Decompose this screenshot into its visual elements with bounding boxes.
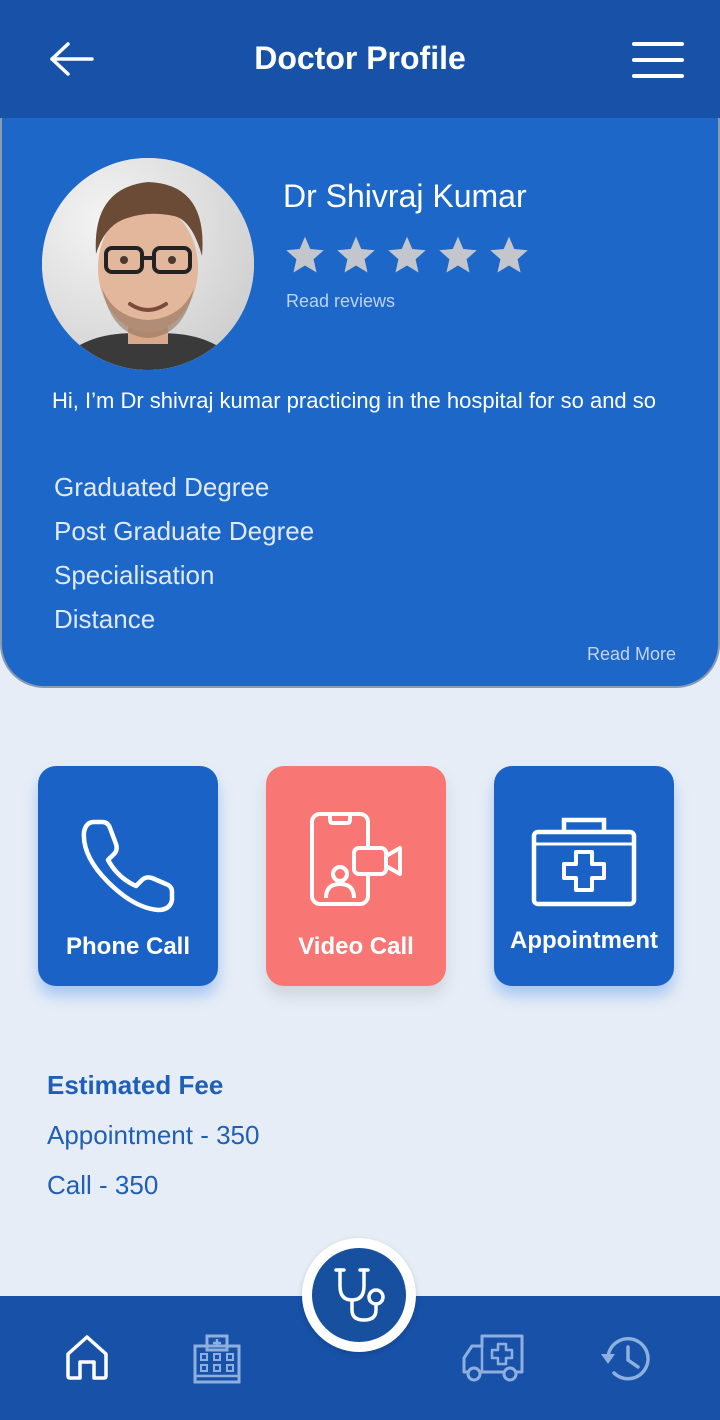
home-icon [66, 1335, 108, 1380]
rating-stars [284, 234, 530, 276]
phone-icon [81, 819, 175, 913]
hospital-icon [193, 1334, 241, 1384]
history-icon [601, 1337, 650, 1381]
star-icon [439, 236, 477, 273]
doctor-profile-card: Dr Shivraj Kumar Read reviews Hi, I’m Dr… [0, 118, 720, 688]
credentials-list: Graduated Degree Post Graduate Degree Sp… [54, 465, 314, 641]
star-icon [286, 236, 324, 273]
fee-line-appointment: Appointment - 350 [47, 1120, 260, 1150]
star-icon [388, 236, 426, 273]
nav-home[interactable] [62, 1332, 112, 1387]
action-label: Video Call [298, 933, 414, 960]
read-more-link[interactable]: Read More [587, 643, 676, 665]
read-reviews-link[interactable]: Read reviews [286, 290, 395, 312]
doctor-name: Dr Shivraj Kumar [283, 178, 527, 214]
ambulance-icon [462, 1334, 524, 1382]
credential-item: Post Graduate Degree [54, 516, 315, 546]
doctor-bio: Hi, I’m Dr shivraj kumar practicing in t… [52, 388, 657, 413]
action-label: Phone Call [65, 933, 191, 960]
stethoscope-icon [334, 1268, 385, 1322]
video-call-icon [310, 812, 402, 906]
doctor-avatar [42, 158, 254, 370]
star-icon [337, 236, 375, 273]
top-app-bar: Doctor Profile [0, 0, 720, 118]
stethoscope-fab-button[interactable] [302, 1238, 416, 1352]
menu-button[interactable] [630, 38, 686, 82]
page-title: Doctor Profile [254, 40, 466, 76]
action-label: Appointment [510, 927, 658, 954]
phone-call-button[interactable]: Phone Call [38, 766, 218, 986]
credential-item: Distance [54, 604, 156, 634]
appointment-button[interactable]: Appointment [494, 766, 674, 986]
nav-ambulance[interactable] [460, 1332, 526, 1389]
estimated-fee-heading: Estimated Fee [47, 1070, 224, 1100]
nav-history[interactable] [598, 1332, 654, 1391]
fee-line-call: Call - 350 [47, 1170, 159, 1200]
hamburger-menu-icon [632, 42, 684, 78]
fab-inner [312, 1248, 406, 1342]
credential-item: Specialisation [54, 560, 215, 590]
medical-kit-icon [531, 817, 637, 907]
nav-hospital[interactable] [190, 1332, 244, 1391]
credential-item: Graduated Degree [54, 472, 270, 502]
star-icon [490, 236, 528, 273]
video-call-button[interactable]: Video Call [266, 766, 446, 986]
